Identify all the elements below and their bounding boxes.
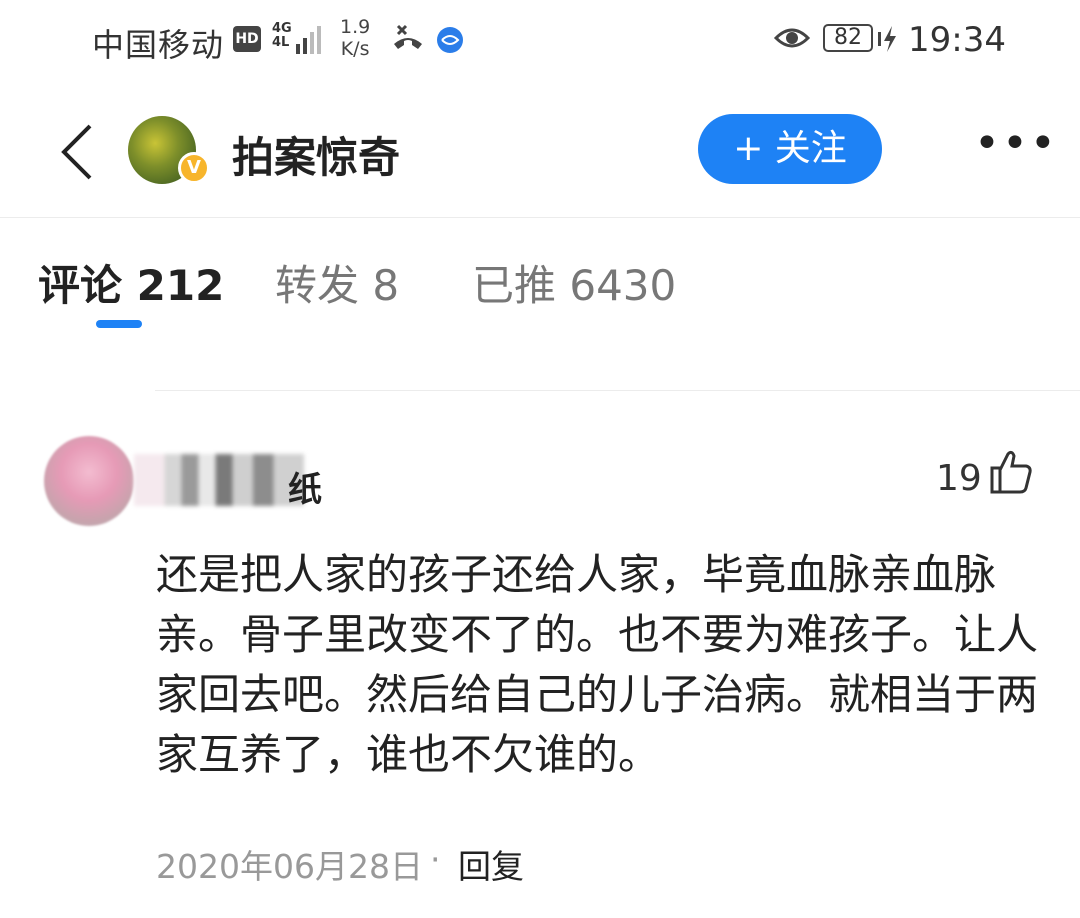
tab-comments[interactable]: 评论 212 <box>38 252 224 313</box>
battery-indicator: 82 <box>823 24 873 52</box>
follow-button[interactable]: + 关注 <box>698 114 882 184</box>
comment-date: 2020年06月28日 <box>156 847 423 886</box>
page-header: V 拍案惊奇 + 关注 ••• <box>0 100 1080 218</box>
tab-reposts[interactable]: 转发 8 <box>275 252 399 313</box>
charging-icon <box>878 26 896 52</box>
reply-button[interactable]: 回复 <box>458 840 524 888</box>
commenter-name[interactable]: 纸 <box>288 462 322 511</box>
eye-icon <box>774 28 810 48</box>
hd-badge: HD <box>233 26 261 52</box>
tab-bar: 评论 212 转发 8 已推 6430 <box>0 240 1080 340</box>
comment-text: 还是把人家的孩子还给人家，毕竟血脉亲血脉亲。骨子里改变不了的。也不要为难孩子。让… <box>156 550 1039 779</box>
divider <box>155 390 1080 391</box>
more-options-icon[interactable]: ••• <box>974 118 1058 169</box>
carrier-name: 中国移动 <box>92 26 225 64</box>
commenter-avatar[interactable] <box>44 436 134 526</box>
back-arrow-icon[interactable] <box>56 122 96 182</box>
network-label: 4G <box>272 21 292 36</box>
network-speed: 1.9 K/s <box>340 16 370 60</box>
speed-value: 1.9 <box>340 16 371 38</box>
speed-unit: K/s <box>340 38 370 60</box>
clock: 19:34 <box>908 20 1006 60</box>
browser-icon <box>437 27 463 53</box>
status-bar: 中国移动 HD 4G 4L 1.9 K/s 82 19:34 <box>0 0 1080 80</box>
verified-badge-icon: V <box>178 152 210 184</box>
commenter-name-blurred <box>134 454 304 506</box>
network-type: 4G 4L <box>272 22 292 50</box>
thumbs-up-icon[interactable] <box>988 448 1034 496</box>
tab-pushes[interactable]: 已推 6430 <box>472 252 676 313</box>
missed-call-icon <box>394 24 422 49</box>
signal-icon <box>296 26 321 54</box>
separator-dot: · <box>430 840 441 879</box>
like-count: 19 <box>936 458 982 499</box>
channel-name[interactable]: 拍案惊奇 <box>232 124 400 185</box>
network-sub-label: 4L <box>272 35 290 50</box>
active-tab-indicator <box>96 320 142 328</box>
